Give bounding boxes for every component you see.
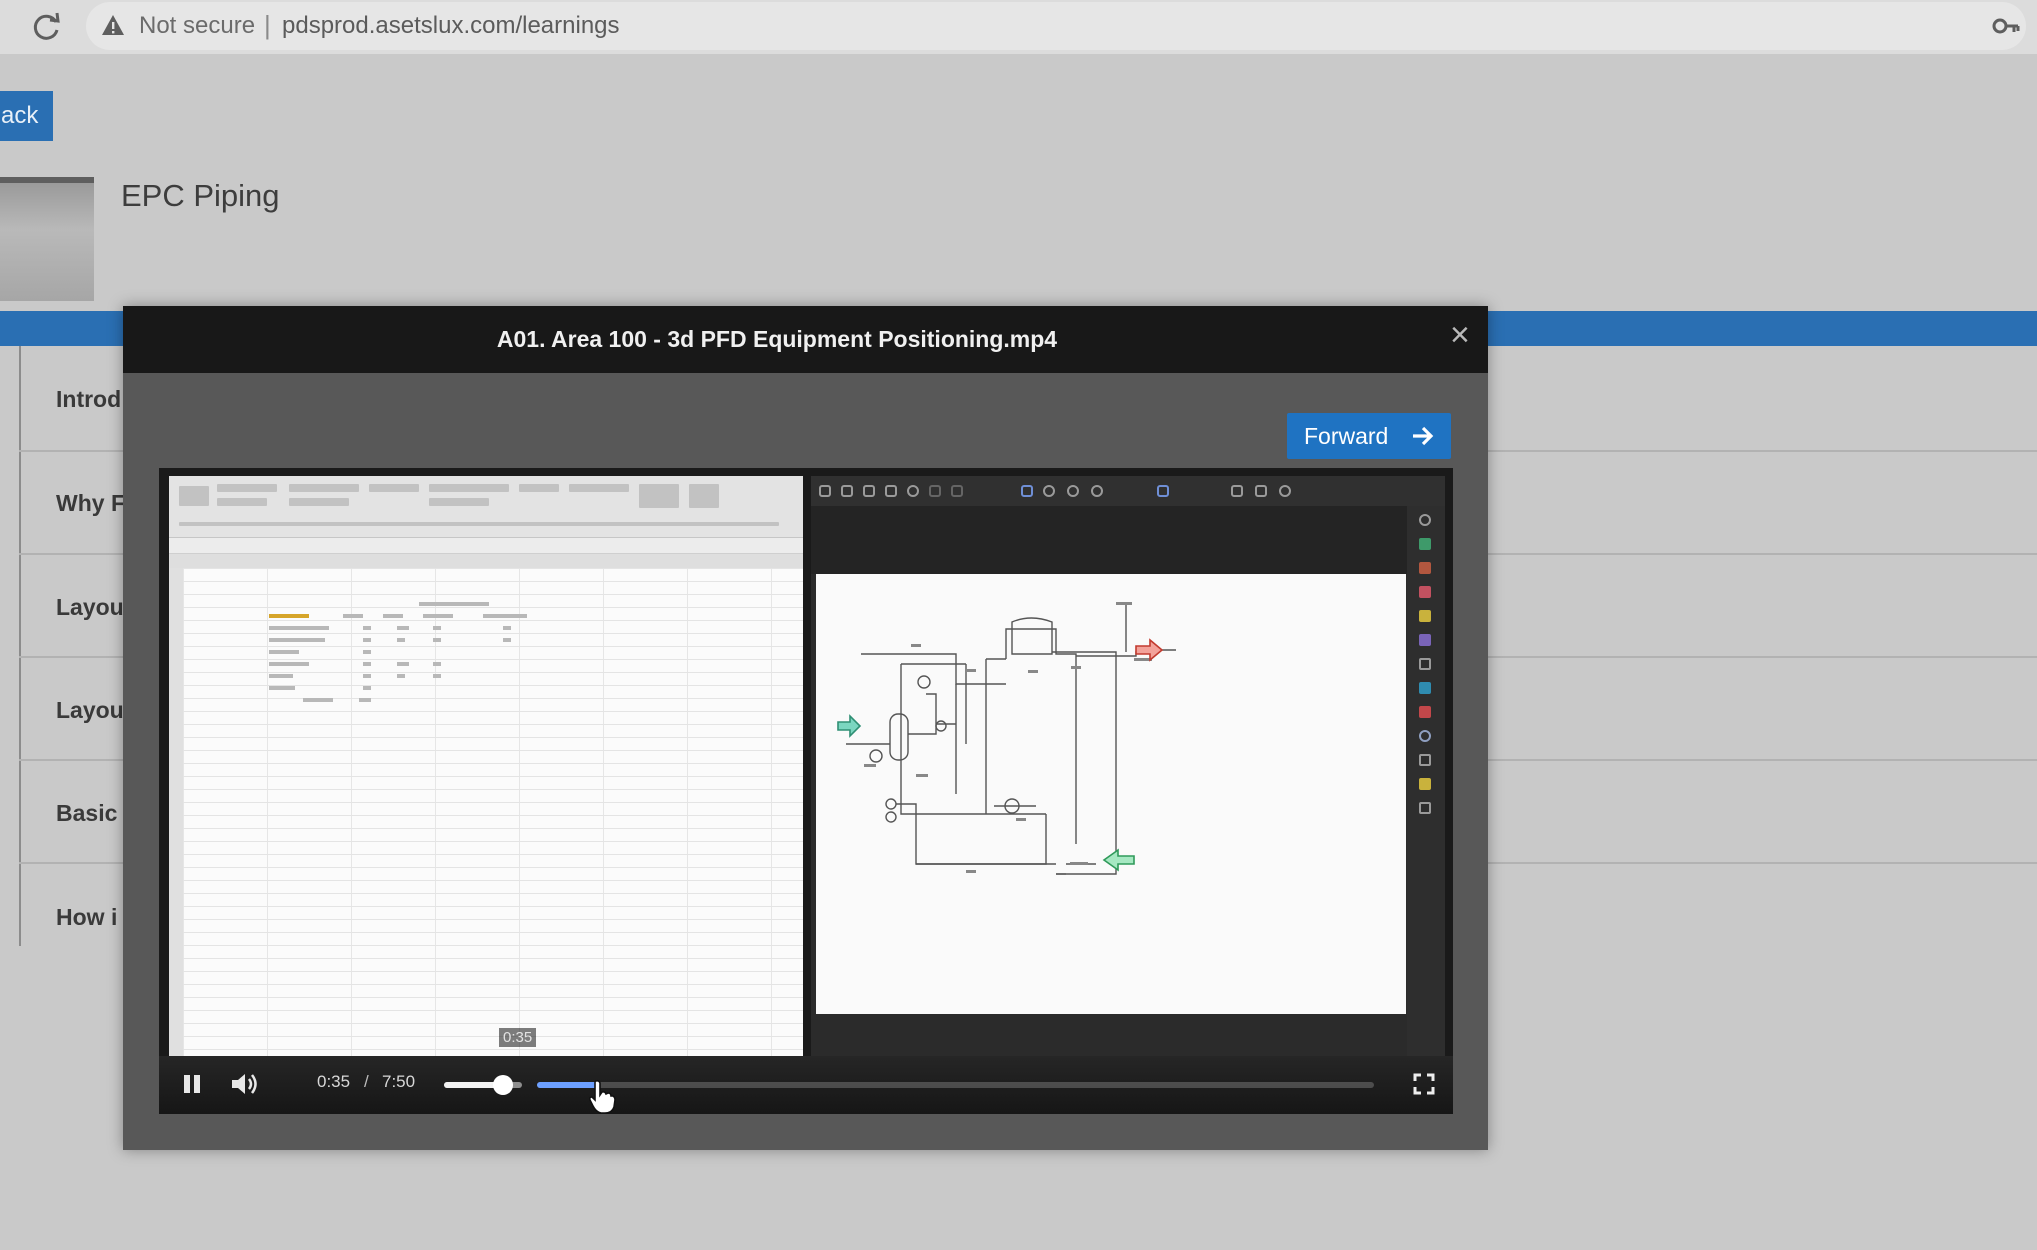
row-headers: [169, 568, 183, 1056]
menu-item-6[interactable]: How i: [56, 904, 117, 931]
browser-address-bar: Not secure | pdsprod.asetslux.com/learni…: [0, 0, 2037, 54]
formula-bar: [169, 538, 803, 554]
url-text[interactable]: pdsprod.asetslux.com/learnings: [282, 12, 620, 40]
current-time: 0:35: [317, 1072, 351, 1091]
modal-title: A01. Area 100 - 3d PFD Equipment Positio…: [496, 326, 1058, 352]
hand-cursor-icon: [588, 1079, 616, 1114]
warning-icon[interactable]: [100, 12, 126, 38]
seek-tooltip: 0:35: [499, 1028, 537, 1047]
menu-item-2[interactable]: Why F: [56, 490, 125, 517]
key-icon[interactable]: [1992, 13, 2020, 39]
security-label[interactable]: Not secure: [139, 12, 255, 40]
video-frame-pdf-viewer: [811, 476, 1445, 1056]
forward-button[interactable]: Forward: [1287, 413, 1451, 459]
close-icon[interactable]: ×: [1450, 318, 1470, 352]
url-separator: |: [264, 10, 271, 40]
arrow-right-icon: [1413, 426, 1434, 446]
process-flow-diagram: [837, 602, 1176, 875]
video-controls: 0:35 / 7:50: [159, 1056, 1453, 1114]
pfd-drawing-page: [816, 574, 1406, 1014]
spreadsheet-ribbon: [169, 476, 803, 538]
back-button[interactable]: ack: [0, 91, 53, 141]
menu-item-1[interactable]: Introd: [56, 386, 121, 413]
seek-bar[interactable]: [537, 1082, 1374, 1088]
reload-icon[interactable]: [30, 10, 64, 44]
video-modal: A01. Area 100 - 3d PFD Equipment Positio…: [123, 306, 1488, 1150]
modal-header: A01. Area 100 - 3d PFD Equipment Positio…: [123, 306, 1488, 373]
fullscreen-icon[interactable]: [1413, 1073, 1435, 1095]
volume-slider[interactable]: [444, 1075, 522, 1095]
column-headers: [169, 554, 803, 568]
total-time: 7:50: [382, 1072, 416, 1091]
pdf-side-toolbar: [1407, 506, 1445, 1056]
course-title: EPC Piping: [121, 178, 280, 213]
video-frame-spreadsheet: [169, 476, 803, 1056]
volume-icon[interactable]: [229, 1070, 259, 1098]
menu-item-5[interactable]: Basic: [56, 800, 117, 827]
forward-label: Forward: [1304, 423, 1389, 449]
pdf-toolbar: [811, 476, 1445, 506]
course-thumbnail: [0, 177, 94, 301]
video-player[interactable]: 0:35 / 7:50 0:35: [159, 468, 1453, 1114]
menu-item-3[interactable]: Layou: [56, 594, 124, 621]
spreadsheet-grid: [183, 568, 803, 1056]
menu-divider: [19, 346, 21, 946]
pdf-canvas-top: [811, 506, 1407, 574]
time-separator: /: [364, 1072, 369, 1091]
pause-icon[interactable]: [181, 1072, 203, 1096]
menu-item-4[interactable]: Layou: [56, 697, 124, 724]
volume-thumb[interactable]: [492, 1075, 513, 1095]
